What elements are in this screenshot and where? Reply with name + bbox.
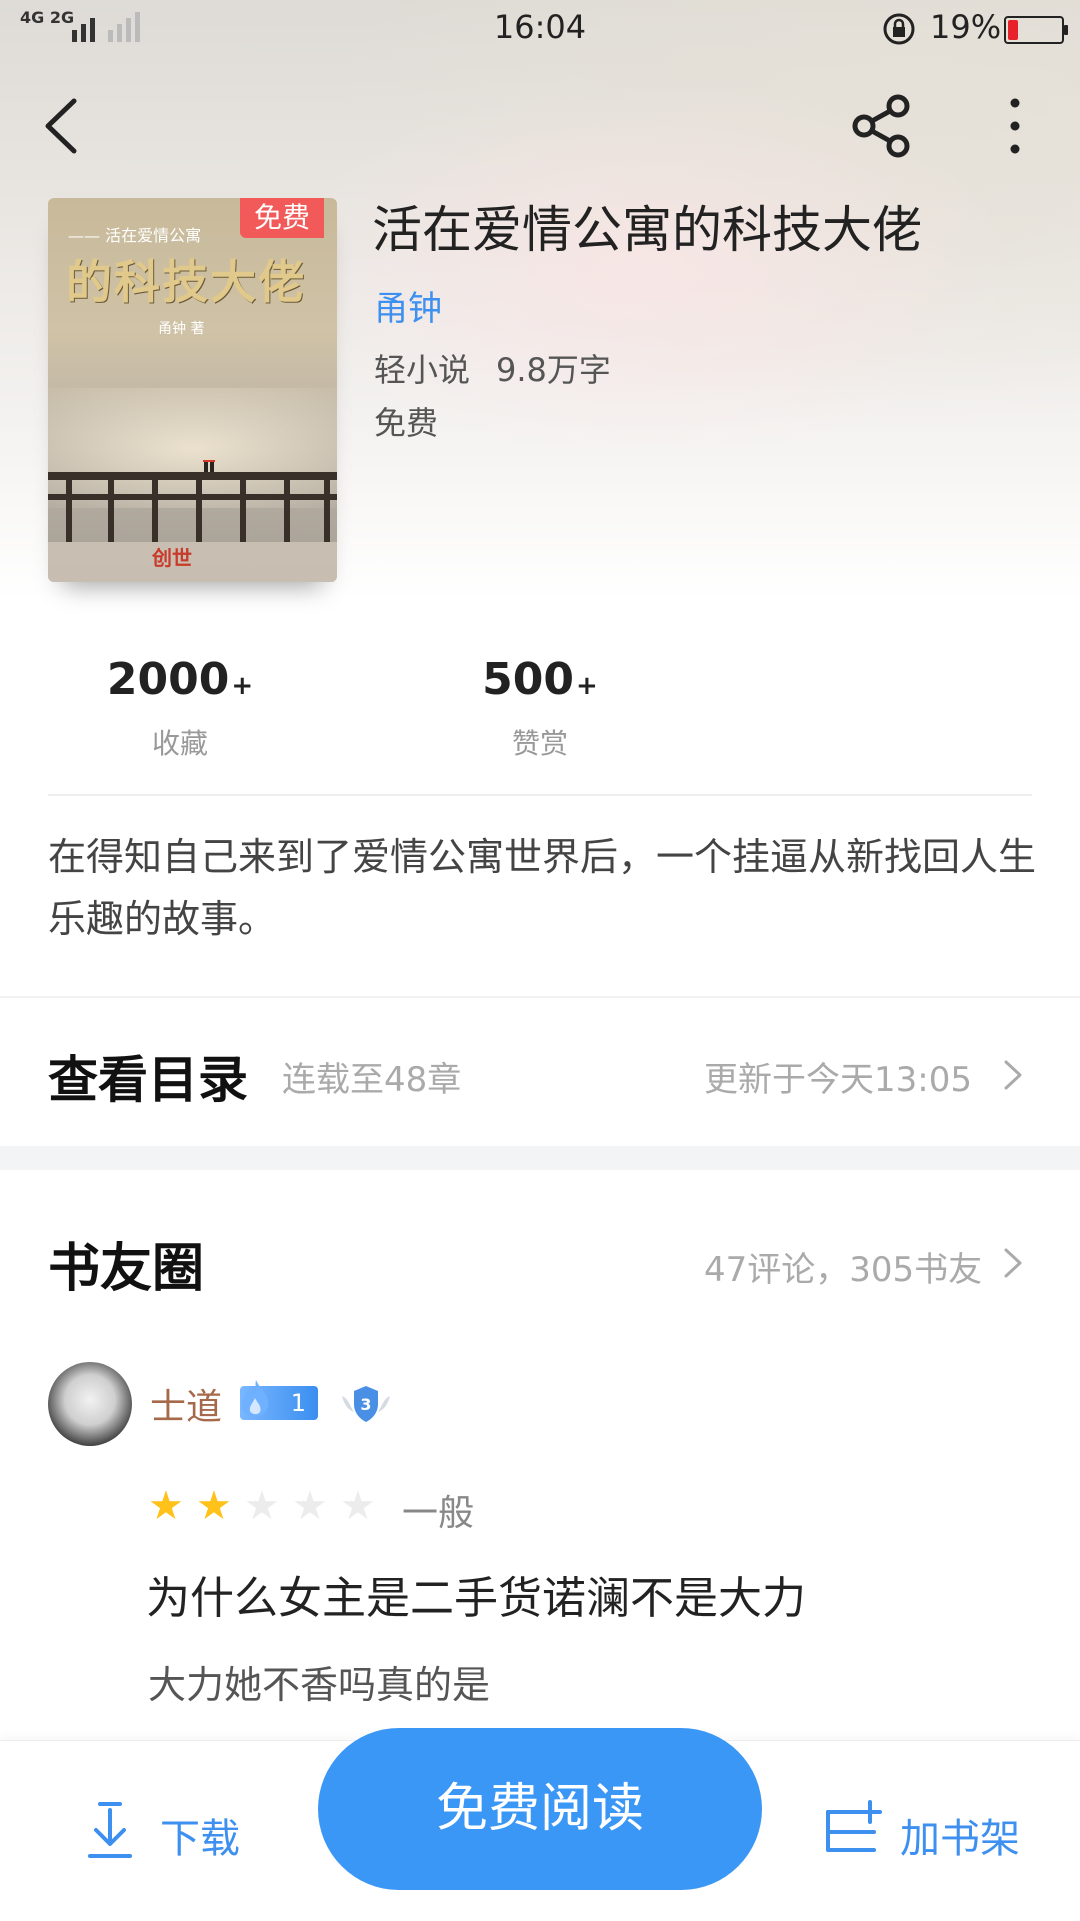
star-empty-icon: ★ bbox=[244, 1483, 280, 1529]
rotation-lock-icon bbox=[883, 13, 915, 45]
battery-icon bbox=[1004, 16, 1068, 44]
cover-publisher: 创世 bbox=[152, 546, 192, 570]
status-time: 16:04 bbox=[493, 8, 587, 46]
star-empty-icon: ★ bbox=[340, 1483, 376, 1529]
download-icon[interactable] bbox=[84, 1800, 136, 1862]
shield-level-icon: 3 bbox=[342, 1386, 390, 1422]
divider bbox=[0, 996, 1080, 998]
book-category: 轻小说 bbox=[374, 351, 471, 389]
divider bbox=[48, 794, 1032, 796]
book-description[interactable]: 在得知自己来到了爱情公寓世界后，一个挂逼从新找回人生乐趣的故事。 bbox=[48, 826, 1038, 950]
avatar[interactable] bbox=[48, 1362, 132, 1446]
download-button[interactable]: 下载 bbox=[160, 1806, 240, 1864]
book-word-count: 9.8万字 bbox=[496, 351, 611, 389]
catalog-status: 连载至48章 bbox=[282, 1060, 462, 1100]
star-empty-icon: ★ bbox=[292, 1483, 328, 1529]
catalog-title[interactable]: 查看目录 bbox=[48, 1040, 248, 1112]
rating-label: 一般 bbox=[402, 1493, 475, 1534]
add-bookshelf-button[interactable]: 加书架 bbox=[900, 1806, 1020, 1864]
review-body[interactable]: 大力她不香吗真的是 bbox=[148, 1654, 490, 1709]
rewards-label: 赞赏 bbox=[511, 727, 568, 760]
star-filled-icon: ★ bbox=[148, 1483, 184, 1529]
review-username[interactable]: 士道 bbox=[150, 1378, 222, 1430]
catalog-update-time[interactable]: 更新于今天13:05 bbox=[704, 1052, 972, 1101]
share-icon[interactable] bbox=[848, 92, 916, 160]
battery-percent: 19% bbox=[930, 8, 1002, 46]
chevron-right-icon[interactable] bbox=[1002, 1246, 1024, 1280]
cover-author: 甬钟 著 bbox=[158, 321, 205, 337]
book-author-link[interactable]: 甬钟 bbox=[374, 281, 442, 330]
free-badge: 免费 bbox=[240, 198, 324, 238]
book-circle-title[interactable]: 书友圈 bbox=[48, 1226, 204, 1301]
favorites-count: 2000+ bbox=[106, 654, 254, 705]
section-separator bbox=[0, 1146, 1080, 1170]
status-bar: 4G 2G 16:04 19% bbox=[0, 0, 1080, 55]
shield-level: 3 bbox=[360, 1395, 371, 1414]
rewards-count: 500+ bbox=[482, 654, 598, 705]
add-bookshelf-icon[interactable] bbox=[820, 1798, 882, 1860]
read-free-button[interactable]: 免费阅读 bbox=[318, 1728, 762, 1890]
flame-icon bbox=[241, 1380, 269, 1417]
cover-illustration bbox=[48, 460, 337, 582]
star-filled-icon: ★ bbox=[196, 1483, 232, 1529]
rating-stars: ★ ★ ★ ★ ★ bbox=[148, 1486, 388, 1526]
more-options-icon[interactable] bbox=[1000, 95, 1030, 157]
chevron-right-icon[interactable] bbox=[1002, 1058, 1024, 1092]
book-price: 免费 bbox=[374, 404, 439, 442]
book-cover[interactable]: —— 活在爱情公寓 的科技大佬 甬钟 著 创世 bbox=[48, 198, 337, 582]
favorites-label: 收藏 bbox=[151, 727, 208, 760]
book-meta: 轻小说 9.8万字 bbox=[374, 345, 611, 391]
book-title: 活在爱情公寓的科技大佬 bbox=[372, 201, 922, 259]
review-title[interactable]: 为什么女主是二手货诺澜不是大力 bbox=[146, 1562, 806, 1626]
back-arrow-icon[interactable] bbox=[38, 95, 90, 157]
book-circle-count[interactable]: 47评论，305书友 bbox=[704, 1242, 982, 1291]
cover-title: 的科技大佬 bbox=[66, 255, 306, 309]
